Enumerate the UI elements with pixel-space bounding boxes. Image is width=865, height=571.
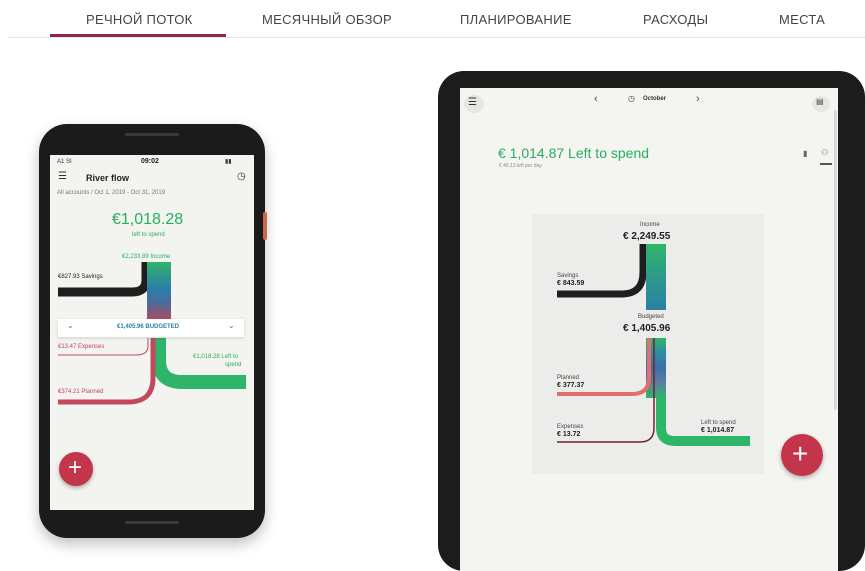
tablet-planned-value: € 377.37 bbox=[557, 382, 585, 389]
tablet-planned-label: Planned bbox=[557, 375, 580, 381]
tablet-income-flow bbox=[646, 244, 666, 310]
tablet-income-label: Income bbox=[640, 222, 660, 228]
tablet-expenses-value: € 13.72 bbox=[557, 431, 581, 438]
plus-icon: + bbox=[792, 438, 809, 469]
tablet-expenses-label: Expenses bbox=[557, 424, 584, 430]
tablet-river-chart bbox=[557, 244, 750, 446]
tablet-left-label: Left to spend bbox=[701, 420, 736, 426]
tablet-budgeted-value: € 1,405.96 bbox=[623, 323, 671, 334]
tablet-savings-label: Savings bbox=[557, 273, 579, 279]
tablet-income-value: € 2,249.55 bbox=[623, 231, 671, 242]
tablet-add-button[interactable]: + bbox=[781, 434, 823, 476]
tablet-budgeted-label: Budgeted bbox=[638, 314, 664, 320]
tablet-left-value: € 1,014.87 bbox=[701, 427, 735, 434]
tablet-savings-value: € 843.59 bbox=[557, 280, 585, 287]
